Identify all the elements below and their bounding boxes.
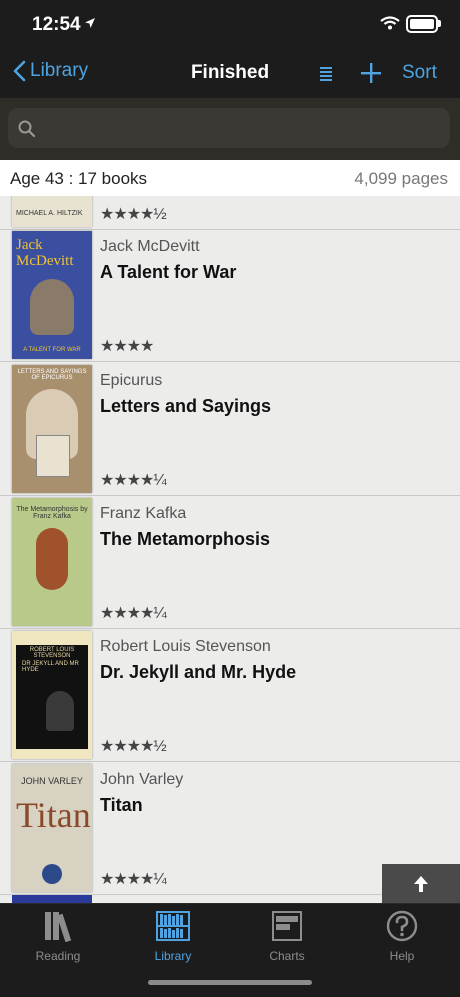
book-author: Epicurus (100, 372, 163, 389)
wifi-icon (380, 16, 400, 35)
list-item[interactable]: The Metamorphosis by Franz Kafka Franz K… (0, 495, 460, 629)
list-item[interactable]: MICHAEL A. HILTZIK ★★★★½ (0, 196, 460, 230)
sort-button[interactable]: Sort (402, 62, 437, 84)
status-time: 12:54 (32, 14, 81, 35)
library-shelf-icon (156, 911, 190, 941)
list-item[interactable]: ROBERT LOUIS STEVENSON DR JEKYLL AND MR … (0, 628, 460, 762)
book-cover: The Metamorphosis by Franz Kafka (12, 498, 92, 626)
list-item[interactable]: LETTERS AND SAYINGS OF EPICURUS Epicurus… (0, 362, 460, 496)
cover-author: Jack McDevitt (16, 237, 74, 269)
navigation-bar: Library Finished Sort (0, 50, 460, 98)
cover-subtitle: DR JEKYLL AND MR HYDE (22, 661, 79, 673)
cover-figure (30, 279, 74, 335)
star-rating: ★★★★ (100, 338, 154, 355)
star-rating: ★★★★½ (100, 206, 167, 223)
book-cover: JOHN VARLEY Titan (12, 764, 92, 892)
star-rating: ★★★★¼ (100, 605, 167, 622)
book-title: The Metamorphosis (100, 529, 271, 549)
search-field[interactable] (8, 108, 450, 148)
star-rating: ★★★★¼ (100, 871, 167, 888)
book-author: John Varley (100, 771, 184, 788)
cover-text: LETTERS AND SAYINGS OF EPICURUS (17, 369, 87, 381)
book-title: A Talent for War (100, 262, 237, 282)
tab-charts[interactable]: Charts (242, 910, 332, 963)
age-book-count: Age 43 : 17 books (10, 169, 148, 188)
add-book-button[interactable] (360, 62, 382, 89)
star-rating: ★★★★¼ (100, 472, 167, 489)
tab-label: Reading (35, 949, 81, 963)
book-title: Titan (100, 795, 143, 815)
chevron-left-icon (13, 60, 26, 82)
tab-reading[interactable]: Reading (13, 910, 103, 963)
status-bar: 12:54 (0, 0, 460, 50)
help-icon (386, 910, 418, 942)
tab-help[interactable]: Help (357, 910, 447, 963)
cover-emblem (42, 864, 62, 884)
back-label: Library (30, 60, 89, 81)
list-view-icon[interactable] (318, 64, 334, 89)
cover-plaque (36, 435, 70, 477)
book-cover: Jack McDevitt A TALENT FOR WAR (12, 231, 92, 359)
book-cover: ROBERT LOUIS STEVENSON DR JEKYLL AND MR … (12, 631, 92, 759)
battery-icon (406, 15, 441, 33)
book-cover: MICHAEL A. HILTZIK (12, 196, 92, 227)
books-icon (45, 912, 72, 943)
book-author: Robert Louis Stevenson (100, 638, 271, 655)
book-title: Dr. Jekyll and Mr. Hyde (100, 662, 297, 682)
tab-library[interactable]: Library (128, 910, 218, 963)
cover-portrait (46, 691, 74, 731)
arrow-up-icon (414, 876, 428, 892)
book-title: Letters and Sayings (100, 396, 272, 416)
charts-icon (272, 911, 302, 941)
tab-label: Charts (269, 949, 305, 963)
cover-text: MICHAEL A. HILTZIK (16, 210, 83, 217)
cover-author: ROBERT LOUIS STEVENSON (29, 647, 75, 659)
location-arrow-icon (84, 16, 96, 34)
search-input[interactable] (44, 114, 448, 144)
book-author: Franz Kafka (100, 505, 187, 522)
tab-label: Help (389, 949, 415, 963)
cover-title: Titan (16, 795, 91, 835)
search-bar (0, 98, 460, 160)
tab-label: Library (154, 949, 192, 963)
book-cover: LETTERS AND SAYINGS OF EPICURUS (12, 365, 92, 493)
book-author: Jack McDevitt (100, 238, 200, 255)
list-item[interactable] (12, 895, 92, 903)
page-count: 4,099 pages (354, 169, 448, 188)
home-indicator (148, 980, 312, 985)
section-header: Age 43 : 17 books 4,099 pages (0, 160, 460, 196)
book-list[interactable]: MICHAEL A. HILTZIK ★★★★½ Jack McDevitt A… (0, 196, 460, 903)
cover-text: The Metamorphosis by Franz Kafka (16, 506, 88, 520)
plus-icon (361, 63, 381, 83)
list-item[interactable]: Jack McDevitt A TALENT FOR WAR Jack McDe… (0, 228, 460, 362)
star-rating: ★★★★½ (100, 738, 167, 755)
cover-subtitle: A TALENT FOR WAR (23, 347, 81, 353)
search-icon (18, 120, 36, 143)
back-button[interactable]: Library (12, 60, 88, 82)
cover-author: JOHN VARLEY (21, 776, 83, 786)
cover-ornament (36, 528, 68, 590)
scroll-to-top-button[interactable] (382, 864, 460, 904)
